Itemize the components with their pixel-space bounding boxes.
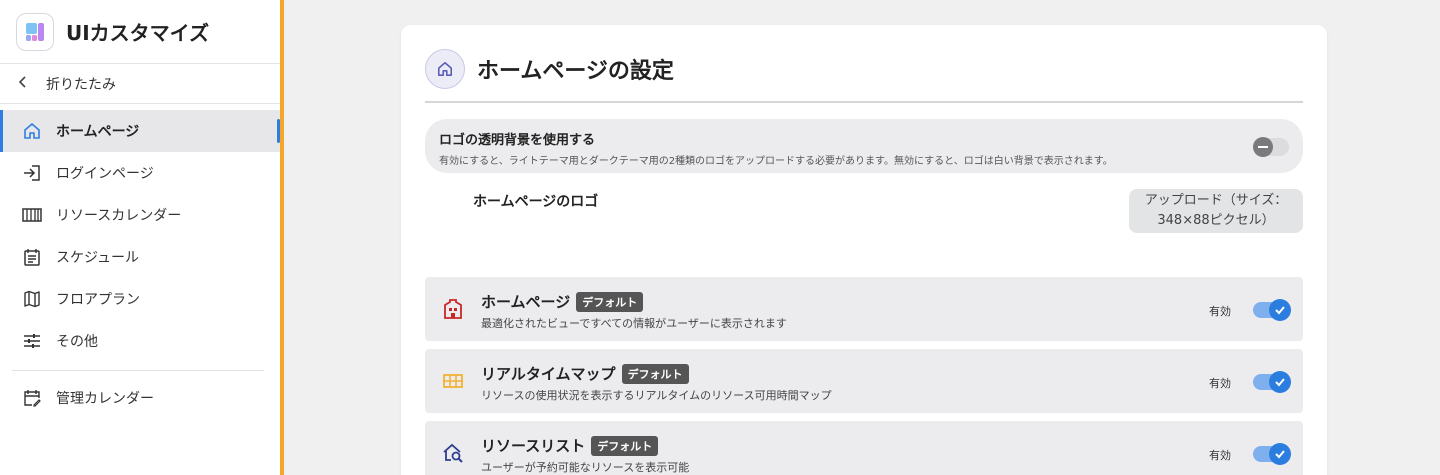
- feature-toggle-realtime-map[interactable]: [1253, 371, 1291, 393]
- sidebar-item-label: その他: [56, 334, 98, 350]
- schedule-icon: [22, 247, 42, 267]
- feature-name: リソースリスト: [481, 437, 586, 455]
- feature-name: ホームページ: [481, 293, 571, 311]
- chevron-left-icon: [18, 75, 34, 92]
- upload-logo-button[interactable]: アップロード（サイズ： 348×88ピクセル）: [1129, 189, 1303, 233]
- feature-state: 有効: [1209, 305, 1231, 318]
- header-divider: [425, 101, 1303, 103]
- sidebar-header: UIカスタマイズ: [0, 0, 280, 64]
- sidebar-item-label: ログインページ: [56, 166, 154, 182]
- feature-title: リソースリスト デフォルト: [481, 435, 659, 456]
- sidebar-item-label: 管理カレンダー: [56, 391, 154, 407]
- check-icon: [1269, 371, 1291, 393]
- feature-toggle-resource-list[interactable]: [1253, 443, 1291, 465]
- search-home-icon: [441, 441, 465, 465]
- upload-label-line1: アップロード（サイズ：: [1144, 193, 1288, 208]
- feature-name: リアルタイムマップ: [481, 365, 616, 383]
- sidebar-item-label: ホームページ: [56, 124, 140, 140]
- feature-row-homepage: ホームページ デフォルト 最適化されたビューですべての情報がユーザーに表示されま…: [425, 277, 1303, 341]
- feature-row-realtime-map: リアルタイムマップ デフォルト リソースの使用状況を表示するリアルタイムのリソー…: [425, 349, 1303, 413]
- home-icon: [425, 49, 465, 89]
- sidebar-divider: [12, 370, 264, 371]
- resource-calendar-icon: [22, 205, 42, 225]
- collapse-label: 折りたたみ: [46, 76, 116, 93]
- transparent-bg-toggle[interactable]: [1253, 137, 1289, 157]
- sidebar-item-other[interactable]: その他: [0, 320, 280, 362]
- map-icon: [22, 289, 42, 309]
- check-icon: [1269, 299, 1291, 321]
- login-icon: [22, 163, 42, 183]
- sidebar-item-label: スケジュール: [56, 250, 140, 266]
- sidebar-item-resource-calendar[interactable]: リソースカレンダー: [0, 194, 280, 236]
- home-icon: [22, 121, 42, 141]
- upload-label-line2: 348×88ピクセル）: [1157, 213, 1275, 228]
- feature-row-resource-list: リソースリスト デフォルト ユーザーが予約可能なリソースを表示可能 有効: [425, 421, 1303, 475]
- feature-title: リアルタイムマップ デフォルト: [481, 363, 689, 384]
- sidebar-item-admin-calendar[interactable]: 管理カレンダー: [0, 377, 280, 419]
- grid-map-icon: [441, 369, 465, 393]
- sidebar-item-label: フロアプラン: [56, 292, 140, 308]
- card-header: ホームページの設定: [425, 49, 674, 89]
- logo-label: ホームページのロゴ: [473, 194, 599, 210]
- app-logo-icon: [16, 12, 54, 51]
- feature-title: ホームページ デフォルト: [481, 291, 644, 312]
- page-title: ホームページの設定: [477, 59, 674, 84]
- check-icon: [1269, 443, 1291, 465]
- feature-desc: リソースの使用状況を表示するリアルタイムのリソース可用時間マップ: [481, 389, 832, 402]
- feature-toggle-homepage[interactable]: [1253, 299, 1291, 321]
- feature-state: 有効: [1209, 449, 1231, 462]
- transparent-bg-title: ロゴの透明背景を使用する: [439, 133, 596, 148]
- sidebar-item-schedule[interactable]: スケジュール: [0, 236, 280, 278]
- sidebar-item-homepage[interactable]: ホームページ: [0, 110, 280, 152]
- building-icon: [441, 297, 465, 321]
- sliders-icon: [22, 331, 42, 351]
- toggle-knob: [1253, 137, 1273, 157]
- transparent-bg-desc: 有効にすると、ライトテーマ用とダークテーマ用の2種類のロゴをアップロードする必要…: [439, 156, 1113, 167]
- sidebar-item-floor-plan[interactable]: フロアプラン: [0, 278, 280, 320]
- collapse-button[interactable]: 折りたたみ: [0, 64, 280, 104]
- app-title: UIカスタマイズ: [66, 21, 210, 45]
- default-badge: デフォルト: [621, 363, 689, 384]
- sidebar-item-login-page[interactable]: ログインページ: [0, 152, 280, 194]
- sidebar: UIカスタマイズ 折りたたみ ホームページ ログインページ リソースカレンダー: [0, 0, 284, 475]
- sidebar-nav: ホームページ ログインページ リソースカレンダー スケジュール フロアプラン そ…: [0, 104, 280, 419]
- transparent-bg-setting: ロゴの透明背景を使用する 有効にすると、ライトテーマ用とダークテーマ用の2種類の…: [425, 119, 1303, 173]
- feature-desc: 最適化されたビューですべての情報がユーザーに表示されます: [481, 317, 787, 330]
- sidebar-item-label: リソースカレンダー: [56, 208, 182, 224]
- feature-state: 有効: [1209, 377, 1231, 390]
- settings-card: ホームページの設定 ロゴの透明背景を使用する 有効にすると、ライトテーマ用とダー…: [401, 25, 1327, 475]
- default-badge: デフォルト: [576, 291, 644, 312]
- edit-calendar-icon: [22, 388, 42, 408]
- feature-desc: ユーザーが予約可能なリソースを表示可能: [481, 461, 690, 474]
- default-badge: デフォルト: [591, 435, 659, 456]
